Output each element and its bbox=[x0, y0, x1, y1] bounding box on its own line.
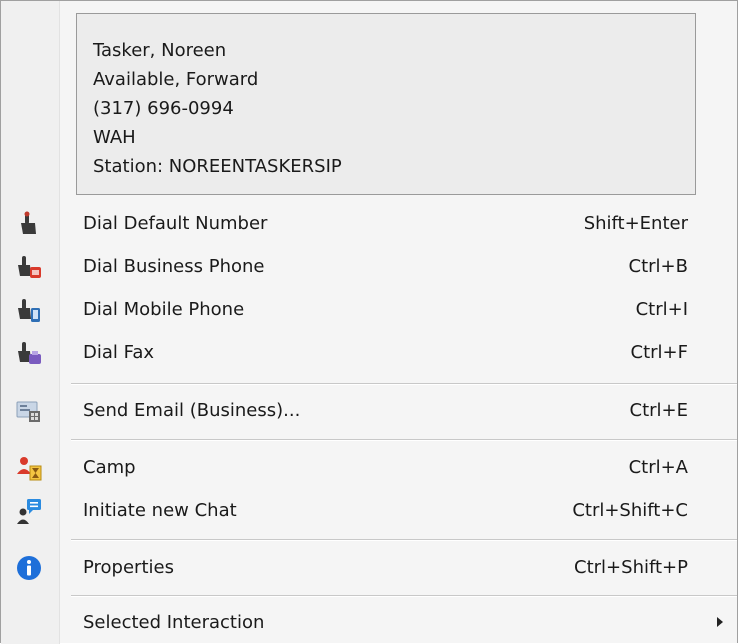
menu-item-selected-interaction[interactable]: Selected Interaction bbox=[1, 601, 737, 644]
menu-item-properties[interactable]: Properties Ctrl+Shift+P bbox=[1, 546, 737, 589]
menu-item-label: Properties bbox=[83, 557, 174, 578]
contact-status: Available, Forward bbox=[93, 69, 259, 90]
contact-phone: (317) 696-0994 bbox=[93, 98, 234, 119]
menu-item-shortcut: Ctrl+E bbox=[629, 400, 688, 421]
menu-item-shortcut: Ctrl+Shift+P bbox=[574, 557, 688, 578]
menu-item-label: Initiate new Chat bbox=[83, 500, 237, 521]
menu-item-label: Send Email (Business)... bbox=[83, 400, 301, 421]
menu-item-shortcut: Ctrl+A bbox=[628, 457, 688, 478]
menu-item-label: Dial Fax bbox=[83, 342, 154, 363]
menu-item-shortcut: Ctrl+B bbox=[628, 256, 688, 277]
menu-item-dial-business-phone[interactable]: Dial Business Phone Ctrl+B bbox=[1, 245, 737, 288]
camp-hourglass-icon bbox=[17, 457, 42, 481]
menu-item-shortcut: Ctrl+F bbox=[630, 342, 688, 363]
dial-hand-icon bbox=[21, 211, 36, 234]
menu-separator bbox=[71, 439, 737, 441]
chat-user-icon bbox=[17, 499, 41, 524]
dial-business-phone-icon bbox=[18, 256, 41, 278]
menu-item-label: Camp bbox=[83, 457, 136, 478]
dial-fax-icon bbox=[18, 342, 41, 364]
menu-item-dial-fax[interactable]: Dial Fax Ctrl+F bbox=[1, 331, 737, 374]
contact-location: WAH bbox=[93, 127, 136, 148]
submenu-arrow-icon bbox=[717, 617, 723, 627]
dial-mobile-phone-icon bbox=[18, 299, 40, 322]
menu-item-send-email-business[interactable]: Send Email (Business)... Ctrl+E bbox=[1, 389, 737, 432]
menu-item-dial-mobile-phone[interactable]: Dial Mobile Phone Ctrl+I bbox=[1, 288, 737, 331]
menu-item-label: Dial Default Number bbox=[83, 213, 268, 234]
menu-item-label: Dial Business Phone bbox=[83, 256, 265, 277]
menu-item-initiate-new-chat[interactable]: Initiate new Chat Ctrl+Shift+C bbox=[1, 489, 737, 532]
menu-item-camp[interactable]: Camp Ctrl+A bbox=[1, 446, 737, 489]
menu-separator bbox=[71, 539, 737, 541]
email-card-icon bbox=[16, 401, 40, 422]
context-menu: Tasker, Noreen Available, Forward (317) … bbox=[0, 0, 738, 644]
contact-name: Tasker, Noreen bbox=[93, 40, 227, 61]
menu-item-dial-default-number[interactable]: Dial Default Number Shift+Enter bbox=[1, 202, 737, 245]
contact-station: Station: NOREENTASKERSIP bbox=[93, 156, 342, 177]
menu-item-shortcut: Ctrl+Shift+C bbox=[572, 500, 688, 521]
menu-item-label: Dial Mobile Phone bbox=[83, 299, 245, 320]
menu-separator bbox=[71, 595, 737, 597]
contact-info-panel: Tasker, Noreen Available, Forward (317) … bbox=[76, 13, 696, 195]
menu-separator bbox=[71, 383, 737, 385]
info-icon bbox=[17, 556, 41, 580]
menu-item-label: Selected Interaction bbox=[83, 612, 265, 633]
menu-item-shortcut: Ctrl+I bbox=[635, 299, 688, 320]
menu-item-shortcut: Shift+Enter bbox=[583, 213, 688, 234]
